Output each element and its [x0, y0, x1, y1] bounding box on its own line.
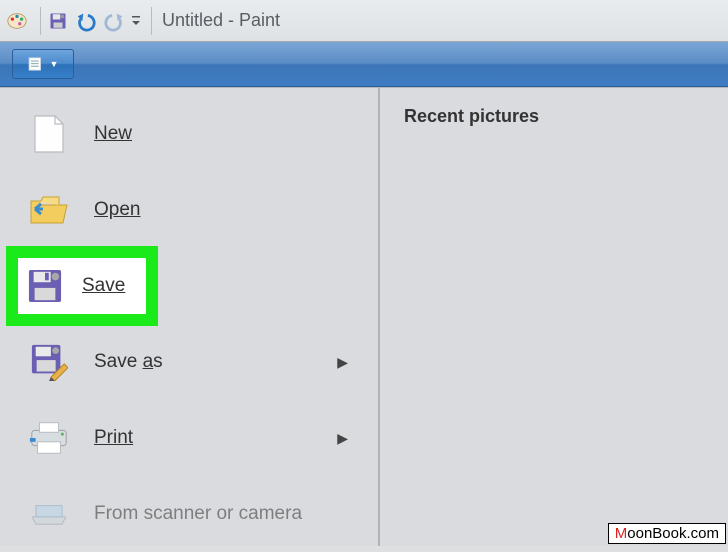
file-menu-list: New Open	[0, 88, 380, 546]
save-floppy-icon	[24, 265, 66, 307]
qat-dropdown-icon[interactable]	[131, 10, 141, 32]
menu-item-open[interactable]: Open	[0, 172, 378, 248]
new-document-icon	[28, 113, 70, 155]
menu-item-label: Save	[82, 275, 125, 297]
menu-item-new[interactable]: New	[0, 96, 378, 172]
undo-icon[interactable]	[75, 10, 97, 32]
menu-item-from-scanner[interactable]: From scanner or camera	[0, 476, 378, 552]
watermark: MoonBook.com	[608, 523, 726, 544]
scanner-icon	[28, 493, 70, 535]
menu-item-print[interactable]: Print ▶	[0, 400, 378, 476]
chevron-right-icon: ▶	[337, 354, 348, 371]
app-icon	[6, 10, 28, 32]
printer-icon	[28, 417, 70, 459]
chevron-down-icon: ▼	[50, 59, 59, 69]
window-title: Untitled - Paint	[162, 10, 280, 31]
separator	[151, 7, 152, 35]
open-folder-icon	[28, 189, 70, 231]
save-as-icon	[28, 341, 70, 383]
menu-item-label: From scanner or camera	[94, 503, 302, 525]
menu-item-label: Print	[94, 427, 133, 449]
menu-item-label: New	[94, 123, 132, 145]
separator	[40, 7, 41, 35]
menu-item-save-as[interactable]: Save as ▶	[0, 324, 378, 400]
file-menu-button[interactable]: ▼	[12, 49, 74, 79]
recent-pictures-panel: Recent pictures	[380, 88, 728, 546]
save-icon[interactable]	[47, 10, 69, 32]
title-bar: Untitled - Paint	[0, 0, 728, 42]
chevron-right-icon: ▶	[337, 430, 348, 447]
menu-item-label: Save as	[94, 351, 163, 373]
menu-item-label: Open	[94, 199, 140, 221]
file-menu-panel: New Open	[0, 87, 728, 546]
ribbon-header: ▼	[0, 42, 728, 87]
redo-icon[interactable]	[103, 10, 125, 32]
menu-item-save[interactable]: Save	[0, 248, 378, 324]
recent-pictures-heading: Recent pictures	[404, 106, 704, 127]
